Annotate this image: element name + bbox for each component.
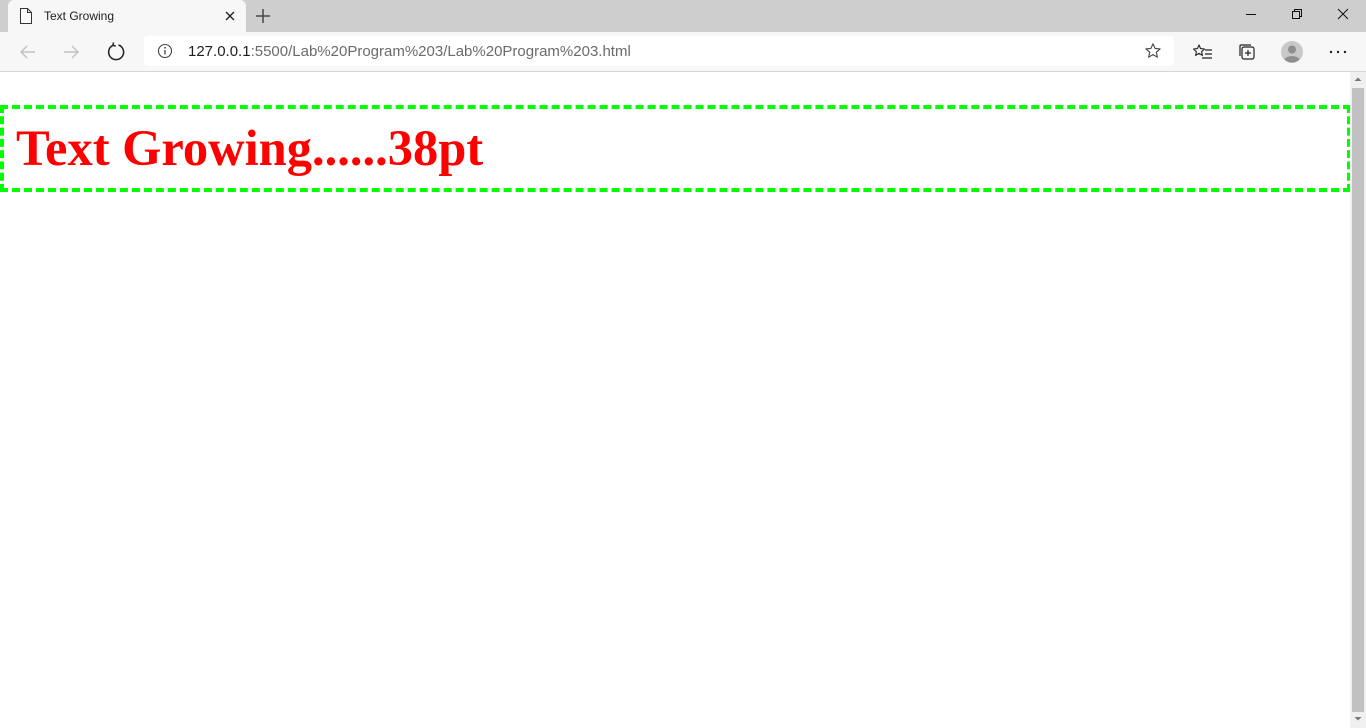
address-bar[interactable]: 127.0.0.1:5500/Lab%20Program%203/Lab%20P… <box>144 36 1174 66</box>
close-icon <box>1337 8 1349 20</box>
tab-title: Text Growing <box>44 9 115 23</box>
restore-button[interactable] <box>1274 0 1320 30</box>
scroll-down-icon[interactable] <box>1354 716 1362 722</box>
url-host: 127.0.0.1 <box>188 43 251 60</box>
browser-toolbar: 127.0.0.1:5500/Lab%20Program%203/Lab%20P… <box>0 32 1366 72</box>
close-window-button[interactable] <box>1320 0 1366 30</box>
page-icon <box>20 8 32 24</box>
collections-icon <box>1239 44 1255 60</box>
star-icon[interactable] <box>1144 42 1162 60</box>
text-box: Text Growing......38pt <box>0 105 1351 192</box>
more-icon <box>1329 50 1347 54</box>
close-tab-icon[interactable] <box>223 9 237 23</box>
minimize-button[interactable] <box>1228 0 1274 30</box>
info-icon[interactable] <box>157 43 173 59</box>
url-text[interactable]: 127.0.0.1:5500/Lab%20Program%203/Lab%20P… <box>188 43 631 60</box>
refresh-icon <box>107 42 125 61</box>
new-tab-icon[interactable] <box>254 7 272 25</box>
restore-icon <box>1292 9 1302 19</box>
more-button[interactable] <box>1326 40 1350 64</box>
url-path: :5500/Lab%20Program%203/Lab%20Program%20… <box>250 43 631 60</box>
scroll-thumb[interactable] <box>1352 88 1364 712</box>
refresh-button[interactable] <box>104 40 128 64</box>
forward-button[interactable] <box>59 40 83 64</box>
avatar-icon <box>1281 41 1303 63</box>
browser-tab[interactable]: Text Growing <box>8 0 246 32</box>
profile-button[interactable] <box>1280 40 1304 64</box>
arrow-right-icon <box>64 45 79 59</box>
back-button[interactable] <box>16 40 40 64</box>
vertical-scrollbar[interactable] <box>1350 72 1366 728</box>
growing-text: Text Growing......38pt <box>16 120 484 176</box>
minimize-icon <box>1246 14 1256 15</box>
scroll-up-icon[interactable] <box>1354 76 1362 82</box>
page-viewport: Text Growing......38pt <box>0 72 1351 728</box>
favorites-button[interactable] <box>1191 40 1215 64</box>
arrow-left-icon <box>20 45 35 59</box>
title-bar: Text Growing <box>0 0 1366 32</box>
favorites-icon <box>1192 44 1212 59</box>
collections-button[interactable] <box>1235 40 1259 64</box>
